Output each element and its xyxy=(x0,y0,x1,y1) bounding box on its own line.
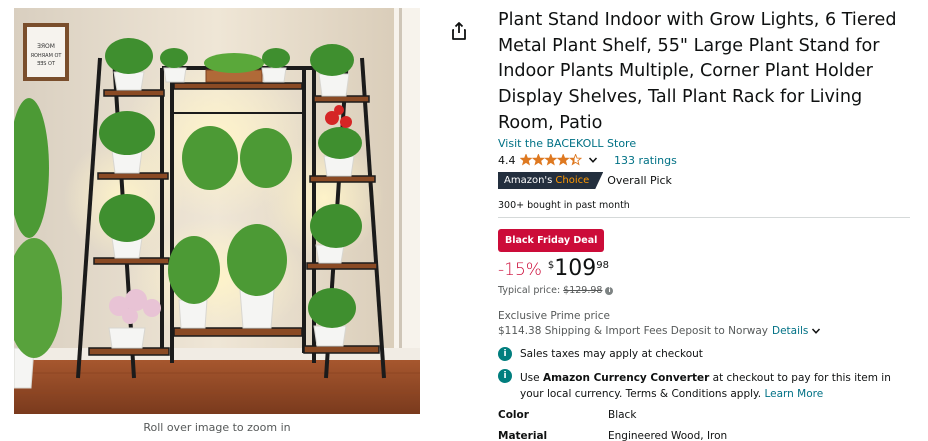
star-icon xyxy=(568,154,582,166)
spec-key: Color xyxy=(498,409,529,421)
shipping-info: $114.38 Shipping & Import Fees Deposit t… xyxy=(498,325,821,337)
rating-value: 4.4 xyxy=(498,153,516,167)
tax-notice: i Sales taxes may apply at checkout xyxy=(498,347,703,361)
price-row: -15% $ 109 98 xyxy=(498,256,609,284)
chevron-down-icon[interactable] xyxy=(811,326,821,336)
currency-notice: i Use Amazon Currency Converter at check… xyxy=(498,369,910,402)
typical-price-label: Typical price: xyxy=(498,285,561,296)
svg-text:ƎƎS OT: ƎƎS OT xyxy=(37,61,56,67)
choice-badge-accent: Choice xyxy=(555,175,590,186)
amazon-choice-row: Amazon's Choice Overall Pick xyxy=(498,172,672,189)
choice-label: Overall Pick xyxy=(607,174,672,187)
product-image[interactable]: ƎЯOM ЯOHЯAM OT ƎƎS OT xyxy=(14,8,420,414)
zoom-caption: Roll over image to zoom in xyxy=(143,421,291,434)
spec-row-material: Material Engineered Wood, Iron xyxy=(498,430,727,441)
star-icon xyxy=(531,154,545,166)
star-rating[interactable] xyxy=(519,154,582,166)
info-icon[interactable]: i xyxy=(605,286,614,295)
chevron-down-icon[interactable] xyxy=(588,155,598,165)
price-fraction: 98 xyxy=(596,260,610,271)
info-icon: i xyxy=(498,347,512,361)
star-icon xyxy=(543,154,557,166)
svg-text:ƎЯOM: ƎЯOM xyxy=(37,43,55,50)
learn-more-link[interactable]: Learn More xyxy=(764,388,823,400)
spec-key: Material xyxy=(498,430,548,441)
store-link[interactable]: Visit the BACEKOLL Store xyxy=(498,137,636,150)
amazon-choice-badge[interactable]: Amazon's Choice xyxy=(498,172,603,189)
deal-badge: Black Friday Deal xyxy=(498,229,605,252)
spec-row-color: Color Black xyxy=(498,409,636,421)
wall-frame: ƎЯOM ЯOHЯAM OT ƎƎS OT xyxy=(23,23,69,81)
info-icon: i xyxy=(498,369,512,383)
shipping-details-link[interactable]: Details xyxy=(772,325,808,337)
typical-price: Typical price: $129.98 i xyxy=(498,285,614,296)
bought-count: 300+ bought in past month xyxy=(498,200,630,211)
choice-badge-prefix: Amazon's xyxy=(504,175,553,186)
share-icon[interactable] xyxy=(450,21,468,41)
ratings-count-link[interactable]: 133 ratings xyxy=(614,154,677,167)
product-title: Plant Stand Indoor with Grow Lights, 6 T… xyxy=(498,10,897,133)
star-icon xyxy=(556,154,570,166)
rating-row: 4.4 133 ratings xyxy=(498,152,677,168)
spec-value: Black xyxy=(608,409,637,421)
svg-text:ЯOHЯAM OT: ЯOHЯAM OT xyxy=(31,53,63,59)
stars-icon xyxy=(519,154,582,166)
divider xyxy=(498,217,910,218)
discount-percent: -15% xyxy=(498,260,542,280)
plant-stand-illustration: ƎЯOM ЯOHЯAM OT ƎƎS OT xyxy=(14,8,420,414)
shipping-text: $114.38 Shipping & Import Fees Deposit t… xyxy=(498,325,768,337)
tax-notice-text: Sales taxes may apply at checkout xyxy=(520,348,703,360)
currency-notice-prefix: Use xyxy=(520,372,540,384)
star-icon xyxy=(519,154,533,166)
currency-notice-text: Use Amazon Currency Converter at checkou… xyxy=(520,370,910,402)
prime-price-text: Exclusive Prime price xyxy=(498,310,610,322)
price-whole: 109 xyxy=(554,256,597,281)
typical-price-value: $129.98 xyxy=(563,285,603,296)
currency-converter-name: Amazon Currency Converter xyxy=(542,372,710,384)
spec-value: Engineered Wood, Iron xyxy=(608,430,728,441)
